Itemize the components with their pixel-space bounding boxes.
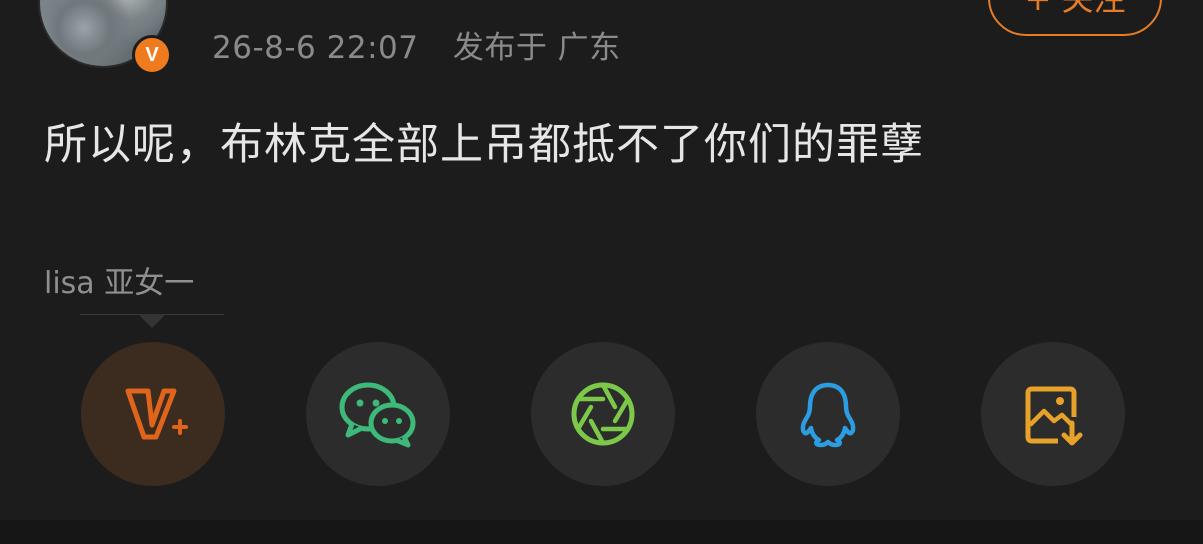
post-content: 所以呢，布林克全部上吊都抵不了你们的罪孽 [44,120,924,170]
post-location: 发布于 广东 [452,30,621,66]
post-time: 26-8-6 22:07 [212,30,419,66]
post-meta: 26-8-6 22:07 发布于 广东 [212,22,621,67]
v-plus-icon [125,388,188,440]
wechat-icon [339,382,416,448]
share-wechat-button[interactable] [306,342,450,486]
bottom-bar [0,520,1203,544]
follow-button[interactable]: + 关注 [988,0,1162,36]
share-bar [0,342,1203,488]
qq-penguin-icon [800,382,856,448]
aperture-icon [571,382,635,446]
share-qq-button[interactable] [756,342,900,486]
share-vplus-button[interactable] [81,342,225,486]
save-image-button[interactable] [981,342,1125,486]
save-image-icon [1025,386,1083,446]
post-source: lisa 亚女一 [44,266,195,301]
share-moments-button[interactable] [531,342,675,486]
tooltip-arrow [138,314,166,328]
verified-badge-icon: V [132,35,172,75]
